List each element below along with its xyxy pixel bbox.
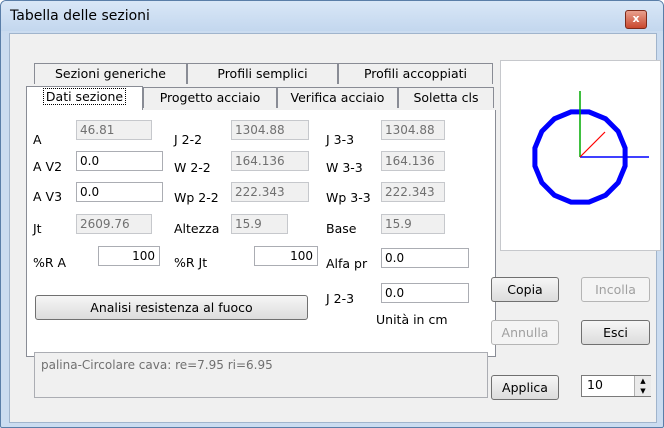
- dialog-window: Tabella delle sezioni x Sezioni generich…: [0, 0, 664, 428]
- tab-verifica-acciaio[interactable]: Verifica acciaio: [277, 87, 398, 108]
- tab-sezioni-generiche[interactable]: Sezioni generiche: [34, 63, 187, 84]
- dialog-client-area: Sezioni generiche Profili semplici Profi…: [9, 33, 661, 423]
- label-wp22: Wp 2-2: [174, 190, 219, 205]
- field-altezza: 15.9: [231, 214, 288, 234]
- label-a: A: [33, 132, 42, 147]
- field-j23[interactable]: 0.0: [381, 283, 469, 303]
- label-av3: A V3: [33, 189, 63, 204]
- field-alfa-pr[interactable]: 0.0: [381, 248, 469, 268]
- spinner-value: 10: [587, 377, 603, 392]
- apply-button[interactable]: Applica: [491, 375, 559, 400]
- tab-row-front: Dati sezione Progetto acciaio Verifica a…: [26, 86, 496, 110]
- tab-profili-accoppiati[interactable]: Profili accoppiati: [338, 63, 493, 84]
- field-w33: 164.136: [381, 151, 445, 171]
- label-wp33: Wp 3-3: [326, 190, 371, 205]
- spin-down-icon[interactable]: ▼: [634, 386, 651, 396]
- label-base: Base: [326, 221, 357, 236]
- section-drawing: [532, 91, 649, 205]
- field-jt: 2609.76: [76, 214, 152, 234]
- field-wp22: 222.343: [231, 182, 309, 202]
- tab-soletta-cls[interactable]: Soletta cls: [398, 87, 494, 108]
- units-label: Unità in cm: [376, 312, 448, 327]
- paste-button[interactable]: Incolla: [581, 277, 650, 302]
- field-r-jt[interactable]: 100: [254, 246, 318, 266]
- label-r-a: %R A: [33, 255, 67, 270]
- field-w22: 164.136: [231, 151, 309, 171]
- field-wp33: 222.343: [381, 182, 445, 202]
- exit-button[interactable]: Esci: [581, 320, 650, 345]
- field-base: 15.9: [381, 214, 445, 234]
- copy-button[interactable]: Copia: [491, 277, 559, 302]
- field-av2[interactable]: 0.0: [76, 151, 163, 171]
- label-j22: J 2-2: [174, 132, 203, 147]
- count-spinner[interactable]: 10 ▲ ▼: [581, 375, 651, 397]
- label-j23: J 2-3: [326, 291, 355, 306]
- label-av2: A V2: [33, 159, 63, 174]
- field-j33: 1304.88: [381, 120, 445, 140]
- tab-progetto-acciaio[interactable]: Progetto acciaio: [143, 87, 277, 108]
- label-jt: Jt: [33, 221, 42, 236]
- label-w22: W 2-2: [174, 160, 211, 175]
- window-title: Tabella delle sezioni: [10, 8, 150, 24]
- section-preview: [500, 60, 661, 251]
- tab-row-back: Sezioni generiche Profili semplici Profi…: [26, 63, 496, 85]
- field-a: 46.81: [76, 120, 152, 140]
- tab-profili-semplici[interactable]: Profili semplici: [187, 63, 338, 84]
- field-j22: 1304.88: [231, 120, 309, 140]
- label-alfa-pr: Alfa pr: [326, 256, 368, 271]
- axis-diagonal-line: [579, 131, 606, 158]
- label-altezza: Altezza: [174, 221, 220, 236]
- field-av3[interactable]: 0.0: [76, 182, 163, 202]
- field-r-a[interactable]: 100: [98, 246, 160, 266]
- title-bar[interactable]: Tabella delle sezioni x: [1, 1, 663, 31]
- undo-button[interactable]: Annulla: [491, 320, 559, 345]
- fire-analysis-button[interactable]: Analisi resistenza al fuoco: [35, 295, 308, 320]
- section-info-box: palina-Circolare cava: re=7.95 ri=6.95: [34, 352, 488, 398]
- label-r-jt: %R Jt: [174, 255, 208, 270]
- close-icon: x: [632, 12, 640, 25]
- label-j33: J 3-3: [326, 132, 355, 147]
- label-w33: W 3-3: [326, 160, 363, 175]
- close-button[interactable]: x: [625, 10, 647, 29]
- tab-dati-sezione[interactable]: Dati sezione: [26, 86, 143, 110]
